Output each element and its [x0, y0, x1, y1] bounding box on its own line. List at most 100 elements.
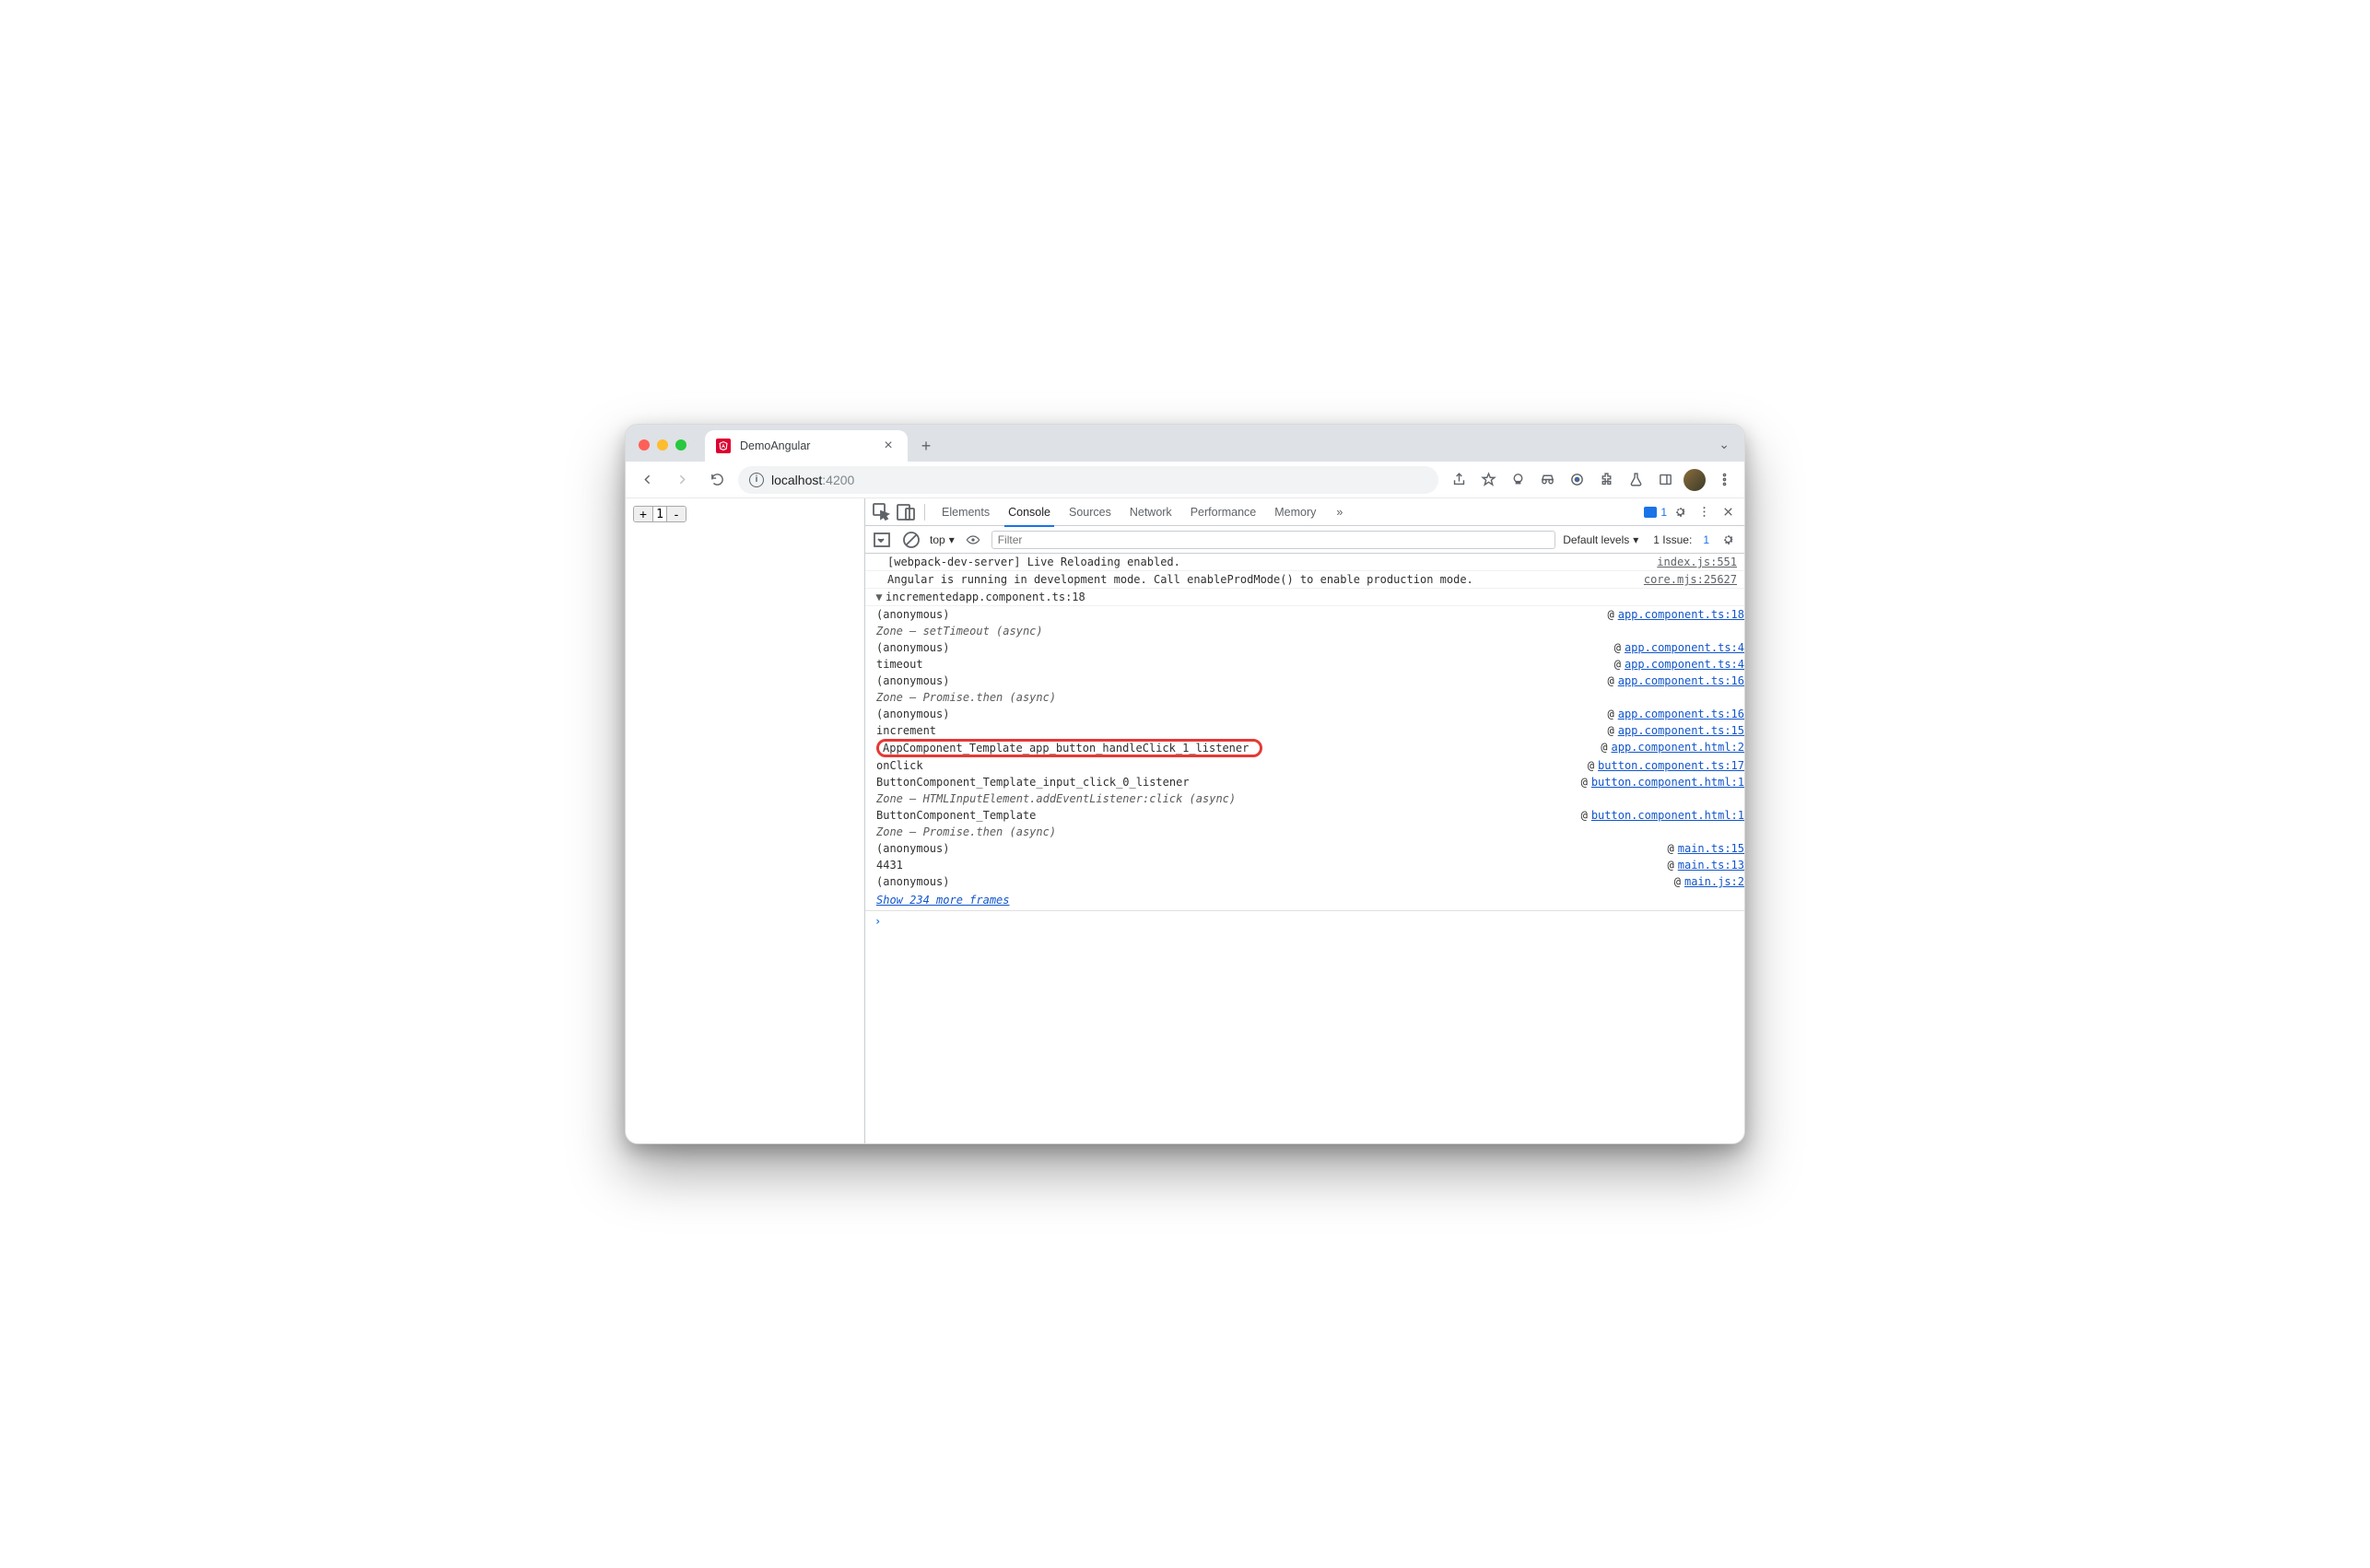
stack-frame-fn: (anonymous) [876, 674, 956, 687]
stack-frame-location[interactable]: app.component.ts:16 [1618, 674, 1744, 687]
extensions-icon[interactable] [1593, 466, 1619, 494]
panel-icon[interactable] [1652, 466, 1678, 494]
extension-eye-icon[interactable] [1564, 466, 1590, 494]
extension-skull-icon[interactable] [1505, 466, 1531, 494]
console-prompt[interactable]: › [865, 910, 1744, 931]
stack-frame-location[interactable]: main.js:2 [1684, 875, 1744, 888]
window-controls [633, 439, 692, 462]
forward-button[interactable] [668, 466, 696, 494]
stack-frame-location[interactable]: button.component.ts:17 [1598, 759, 1744, 772]
console-settings-icon[interactable] [1717, 529, 1739, 551]
stack-frame-fn: Zone — setTimeout (async) [876, 625, 1050, 638]
stack-frame: Zone — Promise.then (async) [876, 824, 1744, 840]
stack-frame-fn: ButtonComponent_Template [876, 809, 1043, 822]
at-symbol: @ [1674, 875, 1684, 888]
stack-frame-location[interactable]: app.component.html:2 [1612, 741, 1745, 755]
stack-frame-location[interactable]: button.component.html:1 [1591, 776, 1744, 789]
stack-frame-fn: Zone — Promise.then (async) [876, 825, 1063, 838]
clear-console-icon[interactable] [900, 529, 922, 551]
close-tab-icon[interactable]: × [880, 438, 897, 454]
share-icon[interactable] [1446, 466, 1472, 494]
context-selector[interactable]: top ▾ [930, 533, 955, 546]
incognito-icon[interactable] [1534, 466, 1560, 494]
log-message: Angular is running in development mode. … [887, 573, 1644, 586]
stack-frame: timeout@ app.component.ts:4 [876, 656, 1744, 673]
messages-badge[interactable]: 1 [1644, 506, 1667, 519]
increment-button[interactable]: + [634, 507, 652, 521]
stack-frame-location[interactable]: app.component.ts:15 [1618, 724, 1744, 737]
show-more-frames[interactable]: Show 234 more frames [876, 890, 1744, 910]
device-toggle-icon[interactable] [895, 501, 917, 523]
bookmark-icon[interactable] [1475, 466, 1501, 494]
console-filter-input[interactable] [991, 531, 1555, 549]
at-symbol: @ [1607, 708, 1617, 720]
trace-header[interactable]: ▼ incremented app.component.ts:18 [865, 589, 1744, 606]
stack-frame: 4431 @ main.ts:13 [876, 857, 1744, 873]
log-levels-selector[interactable]: Default levels ▾ [1563, 533, 1638, 546]
new-tab-button[interactable]: + [913, 433, 939, 459]
trace-label: incremented [886, 591, 958, 603]
at-symbol: @ [1607, 608, 1617, 621]
tab-overflow-icon[interactable]: ⌄ [1719, 437, 1737, 462]
close-window-icon[interactable] [639, 439, 650, 451]
devtools-tab-console[interactable]: Console [999, 498, 1060, 526]
stack-frame: Zone — Promise.then (async) [876, 689, 1744, 706]
stack-frame: (anonymous)@ app.component.ts:18 [876, 606, 1744, 623]
devtools-tabbar: ElementsConsoleSourcesNetworkPerformance… [865, 498, 1744, 526]
devtools-close-icon[interactable] [1717, 501, 1739, 523]
devtools-tab-performance[interactable]: Performance [1181, 498, 1266, 526]
devtools-tab-sources[interactable]: Sources [1060, 498, 1120, 526]
devtools-tab-memory[interactable]: Memory [1265, 498, 1325, 526]
back-button[interactable] [633, 466, 661, 494]
stack-frame-fn: (anonymous) [876, 641, 956, 654]
devtools-more-tabs[interactable]: » [1327, 498, 1352, 526]
zoom-window-icon[interactable] [675, 439, 686, 451]
tab-title: DemoAngular [740, 439, 871, 452]
console-log: [webpack-dev-server] Live Reloading enab… [865, 554, 1744, 1143]
stack-frame-fn: (anonymous) [876, 875, 956, 888]
stack-frame-location[interactable]: app.component.ts:18 [1618, 608, 1744, 621]
devtools-menu-icon[interactable] [1693, 501, 1715, 523]
labs-icon[interactable] [1623, 466, 1648, 494]
browser-menu-icon[interactable] [1711, 466, 1737, 494]
stack-frame: (anonymous)@ main.ts:15 [876, 840, 1744, 857]
stack-frame: AppComponent_Template_app_button_handleC… [876, 739, 1744, 757]
stack-frame: increment@ app.component.ts:15 [876, 722, 1744, 739]
at-symbol: @ [1668, 859, 1678, 872]
issues-button[interactable]: 1 Issue: 1 [1653, 533, 1709, 546]
browser-toolbar: i localhost:4200 [626, 462, 1744, 498]
browser-tab[interactable]: DemoAngular × [705, 430, 908, 462]
site-info-icon[interactable]: i [749, 473, 764, 487]
at-symbol: @ [1614, 641, 1625, 654]
inspect-element-icon[interactable] [871, 501, 893, 523]
console-toolbar: top ▾ Default levels ▾ 1 Issue: 1 [865, 526, 1744, 554]
at-symbol: @ [1607, 674, 1617, 687]
address-bar[interactable]: i localhost:4200 [738, 466, 1438, 494]
console-sidebar-toggle-icon[interactable] [871, 529, 893, 551]
devtools-settings-icon[interactable] [1669, 501, 1691, 523]
stack-frame-location[interactable]: main.ts:13 [1678, 859, 1744, 872]
profile-avatar[interactable] [1682, 466, 1707, 494]
stack-frame-location[interactable]: app.component.ts:4 [1625, 641, 1744, 654]
trace-source-link[interactable]: app.component.ts:18 [958, 591, 1085, 603]
decrement-button[interactable]: - [667, 507, 686, 521]
stack-frame-location[interactable]: app.component.ts:4 [1625, 658, 1744, 671]
stack-frame-location[interactable]: main.ts:15 [1678, 842, 1744, 855]
stack-frame-fn: AppComponent_Template_app_button_handleC… [883, 742, 1256, 755]
stack-frame-fn: increment [876, 724, 944, 737]
log-source-link[interactable]: index.js:551 [1657, 556, 1737, 568]
devtools-tab-elements[interactable]: Elements [933, 498, 999, 526]
reload-button[interactable] [703, 466, 731, 494]
minimize-window-icon[interactable] [657, 439, 668, 451]
log-row: [webpack-dev-server] Live Reloading enab… [865, 554, 1744, 571]
chevron-down-icon: ▾ [949, 533, 955, 546]
live-expression-icon[interactable] [962, 529, 984, 551]
log-message: [webpack-dev-server] Live Reloading enab… [887, 556, 1657, 568]
highlighted-frame: AppComponent_Template_app_button_handleC… [876, 739, 1262, 757]
stack-frame-location[interactable]: app.component.ts:16 [1618, 708, 1744, 720]
devtools-tab-network[interactable]: Network [1120, 498, 1181, 526]
disclosure-triangle-icon[interactable]: ▼ [873, 591, 886, 603]
stack-frame-location[interactable]: button.component.html:1 [1591, 809, 1744, 822]
log-source-link[interactable]: core.mjs:25627 [1644, 573, 1737, 586]
stack-frame-fn: 4431 [876, 859, 910, 872]
